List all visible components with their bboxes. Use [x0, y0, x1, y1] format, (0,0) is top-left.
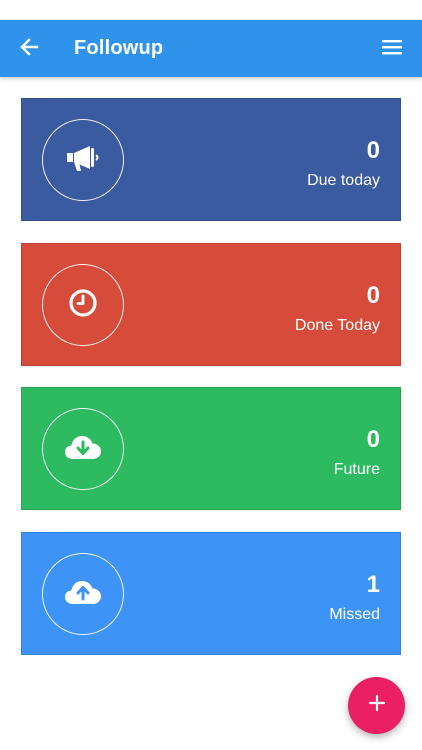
arrow-left-icon: [19, 37, 39, 62]
card-icon-circle: [42, 553, 124, 635]
menu-button[interactable]: [376, 33, 408, 65]
add-followup-button[interactable]: [348, 677, 405, 734]
card-icon-circle: [42, 264, 124, 346]
page-title: Followup: [74, 37, 164, 59]
app-bar: Followup: [0, 20, 422, 77]
due-today-card[interactable]: 0 Due today: [21, 98, 401, 221]
future-card[interactable]: 0 Future: [21, 387, 401, 510]
cloud-download-icon: [64, 433, 102, 466]
card-icon-circle: [42, 408, 124, 490]
cloud-upload-icon: [64, 578, 102, 611]
missed-count: 1: [366, 571, 380, 598]
followup-screen: Followup 0 Due today 0 Done Today 0 Futu…: [0, 0, 422, 750]
megaphone-icon: [66, 143, 100, 178]
due-today-count: 0: [366, 137, 380, 164]
done-today-card[interactable]: 0 Done Today: [21, 243, 401, 366]
missed-label: Missed: [329, 606, 380, 623]
missed-card[interactable]: 1 Missed: [21, 532, 401, 655]
done-today-count: 0: [366, 282, 380, 309]
plus-icon: [368, 694, 386, 717]
back-button[interactable]: [12, 32, 46, 66]
future-label: Future: [333, 461, 380, 478]
future-count: 0: [366, 426, 380, 453]
clock-icon: [68, 288, 98, 323]
done-today-label: Done Today: [294, 317, 380, 334]
card-icon-circle: [42, 119, 124, 201]
hamburger-menu-icon: [382, 39, 402, 60]
due-today-label: Due today: [307, 172, 380, 189]
